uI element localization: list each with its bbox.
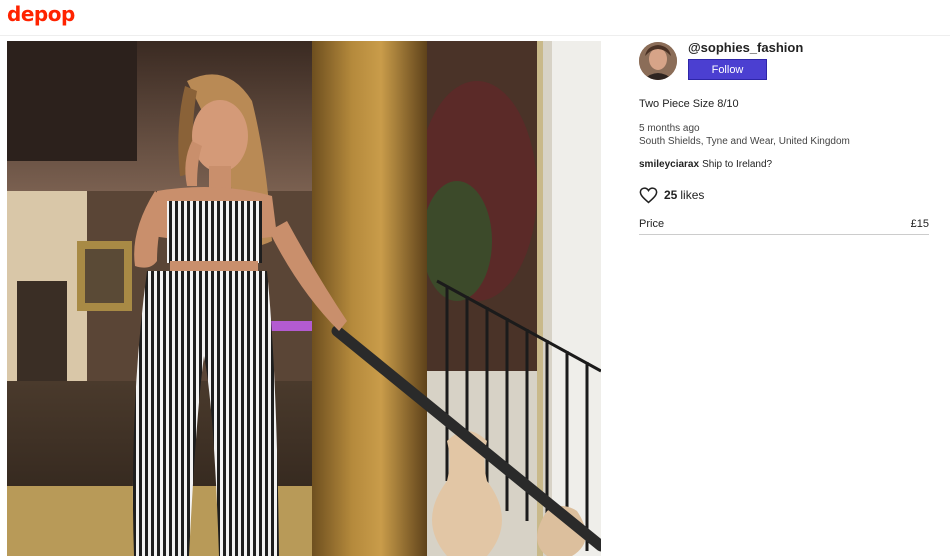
price-value: £15 bbox=[910, 218, 929, 230]
comment-text: Ship to Ireland? bbox=[702, 159, 773, 170]
listing-posted-time: 5 months ago bbox=[639, 123, 700, 134]
seller-username[interactable]: @sophies_fashion bbox=[688, 40, 803, 55]
avatar[interactable] bbox=[639, 42, 677, 80]
follow-button[interactable]: Follow bbox=[688, 59, 767, 80]
heart-icon[interactable] bbox=[639, 186, 658, 204]
price-label: Price bbox=[639, 218, 665, 230]
top-bar: depop bbox=[0, 0, 950, 36]
comment: smileyciarax Ship to Ireland? bbox=[639, 159, 772, 170]
product-photo[interactable] bbox=[7, 41, 601, 556]
avatar-image bbox=[639, 42, 677, 80]
listing-title: Two Piece Size 8/10 bbox=[639, 98, 739, 110]
product-photo-image bbox=[7, 41, 601, 556]
likes-label: likes bbox=[680, 188, 705, 202]
price-row: Price £15 bbox=[639, 216, 929, 235]
likes-row: 25 likes bbox=[639, 186, 704, 204]
likes-count: 25 bbox=[664, 188, 678, 202]
listing-location: South Shields, Tyne and Wear, United Kin… bbox=[639, 136, 850, 147]
depop-logo[interactable]: depop bbox=[7, 2, 75, 26]
comment-username[interactable]: smileyciarax bbox=[639, 159, 699, 170]
